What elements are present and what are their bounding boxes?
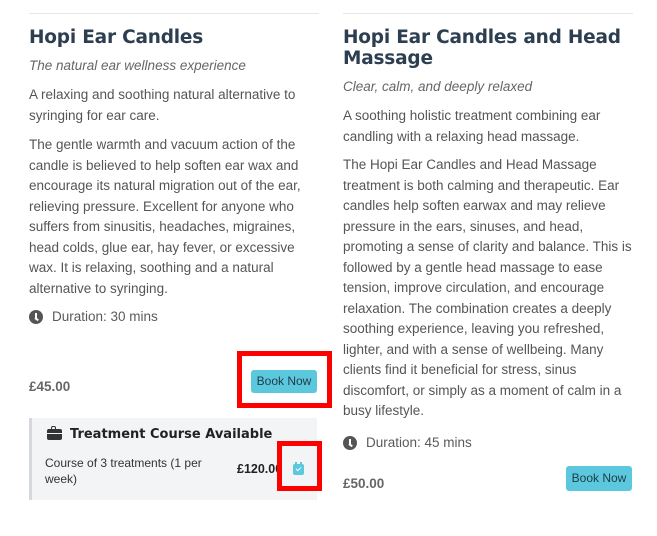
card-summary: A relaxing and soothing natural alternat… bbox=[29, 87, 296, 123]
briefcase-icon bbox=[47, 426, 62, 440]
course-price: £120.00 bbox=[237, 462, 283, 476]
card-title: Hopi Ear Candles bbox=[29, 27, 204, 48]
duration-text: Duration: 30 mins bbox=[52, 309, 158, 324]
treatment-course-panel: Treatment Course Available Course of 3 t… bbox=[29, 418, 317, 500]
clock-icon bbox=[343, 435, 357, 450]
course-description: Course of 3 treatments (1 per week) bbox=[45, 456, 202, 486]
card-tagline: The natural ear wellness experience bbox=[29, 58, 246, 73]
card-price: £45.00 bbox=[29, 379, 71, 394]
card-description: The Hopi Ear Candles and Head Massage tr… bbox=[343, 157, 632, 418]
duration-text: Duration: 45 mins bbox=[366, 435, 472, 450]
course-title-text: Treatment Course Available bbox=[70, 427, 273, 442]
course-title: Treatment Course Available bbox=[47, 426, 273, 442]
card-title: Hopi Ear Candles and Head Massage bbox=[343, 27, 621, 69]
card-duration: Duration: 30 mins bbox=[29, 309, 158, 324]
calendar-check-icon[interactable] bbox=[293, 462, 304, 475]
card-duration: Duration: 45 mins bbox=[343, 435, 472, 450]
book-now-button[interactable]: Book Now bbox=[566, 466, 632, 491]
book-now-button[interactable]: Book Now bbox=[251, 370, 317, 393]
left-card-top-divider bbox=[29, 13, 319, 14]
card-tagline: Clear, calm, and deeply relaxed bbox=[343, 79, 533, 94]
card-price: £50.00 bbox=[343, 476, 385, 491]
right-card-top-divider bbox=[343, 13, 633, 14]
card-description: The gentle warmth and vacuum action of t… bbox=[29, 137, 301, 296]
clock-icon bbox=[29, 309, 43, 324]
card-summary: A soothing holistic treatment combining … bbox=[343, 108, 601, 144]
